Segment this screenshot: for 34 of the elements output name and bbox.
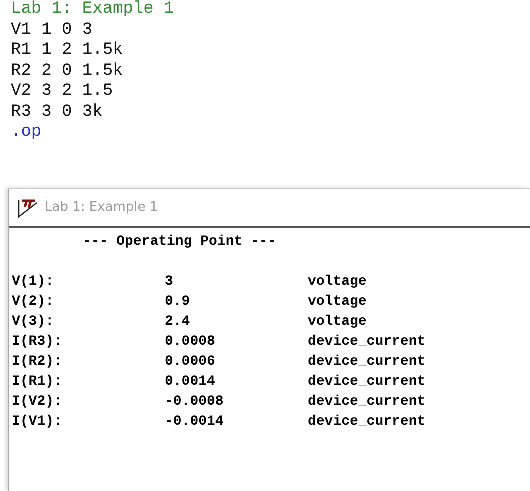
quantity-value: -0.0014 — [165, 413, 224, 432]
quantity-name: I(R1): — [12, 373, 62, 392]
app-logo-icon — [17, 198, 39, 218]
quantity-type: device_current — [308, 373, 426, 392]
quantity-name: I(V2): — [12, 393, 62, 412]
quantity-type: device_current — [308, 393, 426, 412]
quantity-name: V(1): — [12, 273, 54, 292]
quantity-name: V(2): — [12, 293, 54, 312]
quantity-value: 0.0014 — [165, 373, 216, 392]
quantity-name: I(V1): — [12, 413, 62, 432]
netlist-directive: .op — [11, 123, 42, 144]
netlist-line: R3 3 0 3k — [11, 102, 103, 123]
quantity-value: 0.0006 — [165, 353, 216, 372]
quantity-value: -0.0008 — [165, 393, 224, 412]
output-heading: --- Operating Point --- — [82, 233, 278, 252]
netlist-line: V1 1 0 3 — [11, 20, 93, 41]
quantity-type: voltage — [308, 293, 367, 312]
quantity-type: device_current — [308, 353, 426, 372]
quantity-type: device_current — [308, 413, 426, 432]
quantity-name: I(R2): — [12, 353, 62, 372]
quantity-name: V(3): — [12, 313, 54, 332]
netlist-line: R2 2 0 1.5k — [11, 62, 124, 82]
netlist-line: R1 1 2 1.5k — [11, 41, 124, 62]
quantity-value: 0.9 — [165, 293, 190, 312]
netlist-line: V2 3 2 1.5 — [11, 82, 114, 102]
quantity-name: I(R3): — [12, 333, 62, 352]
quantity-value: 3 — [165, 273, 174, 292]
quantity-type: voltage — [308, 313, 367, 332]
quantity-value: 0.0008 — [165, 333, 216, 352]
netlist-comment: Lab 1: Example 1 — [11, 0, 174, 20]
quantity-type: device_current — [308, 333, 426, 352]
quantity-type: voltage — [308, 273, 367, 292]
quantity-value: 2.4 — [165, 313, 190, 332]
window-title: Lab 1: Example 1 — [45, 200, 158, 215]
